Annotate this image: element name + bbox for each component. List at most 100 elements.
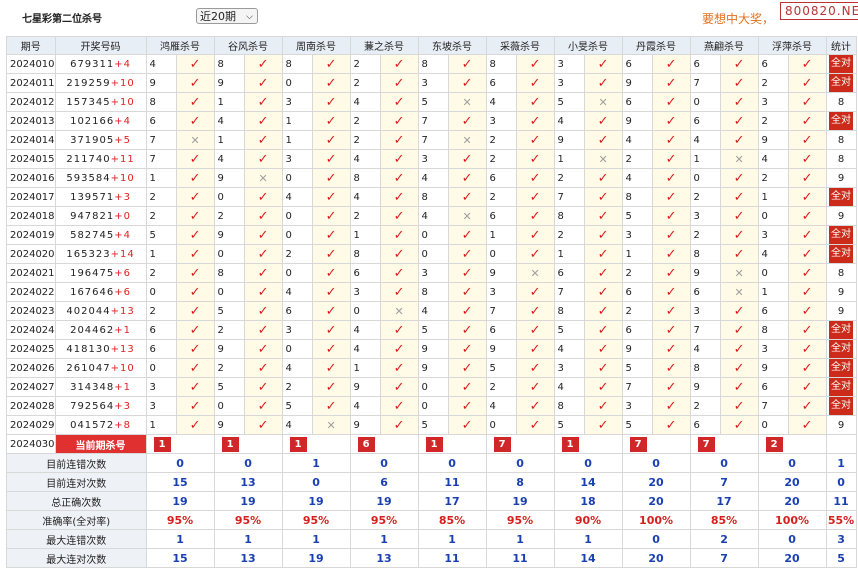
result-cell: ✓	[311, 339, 351, 359]
draw-sum: +6	[114, 267, 132, 279]
check-icon: ✓	[257, 341, 269, 357]
kill-number: 8	[553, 206, 585, 226]
result-cell: ✓	[447, 168, 487, 188]
col-expert: 燕翩杀号	[689, 36, 759, 55]
check-icon: ✓	[529, 75, 541, 91]
check-icon: ✓	[325, 94, 337, 110]
result-cell: ✓	[447, 54, 487, 74]
result-cell: ✓	[787, 111, 827, 131]
result-cell: ✓	[175, 282, 215, 302]
check-icon: ✓	[393, 322, 405, 338]
kill-number: 1	[689, 149, 721, 169]
kill-number: 0	[145, 282, 177, 302]
check-icon: ✓	[461, 246, 473, 262]
check-icon: ✓	[257, 322, 269, 338]
kill-number: 9	[621, 111, 653, 131]
col-stat: 统计	[825, 36, 857, 55]
stat-label: 目前连错次数	[6, 453, 147, 473]
result-cell: ✓	[515, 111, 555, 131]
result-cell: ✓	[651, 415, 691, 435]
kill-number: 6	[485, 73, 517, 93]
kill-number: 6	[757, 54, 789, 74]
numbers-cell: 204462+1	[54, 320, 147, 340]
check-icon: ✓	[257, 360, 269, 376]
result-cell: ✓	[311, 92, 351, 112]
kill-number: 9	[757, 358, 789, 378]
result-cell: ✓	[175, 225, 215, 245]
result-cell: ✕	[583, 149, 623, 169]
col-expert: 周南杀号	[281, 36, 351, 55]
kill-number: 5	[417, 320, 449, 340]
col-period: 期号	[6, 36, 56, 55]
stat-value: 0	[757, 453, 827, 473]
kill-number: 6	[281, 301, 313, 321]
stat-row: 准确率(全对率) 95% 95% 95% 95% 85% 95% 90% 100% 85% 100%…	[6, 510, 857, 530]
result-cell: ✓	[175, 111, 215, 131]
result-cell: ✓	[583, 225, 623, 245]
result-cell: ✓	[651, 92, 691, 112]
check-icon: ✓	[257, 189, 269, 205]
stat-value: 19	[145, 491, 215, 511]
draw-row: 2024015 211740+11 7 ✓ 4 ✓ 3 ✓ 4 ✓ 3 ✓ 2 ✓ 1 ✕ 2 ✓ 1 ✕ 4 ✓ 8	[6, 149, 857, 169]
stat-value: 95%	[349, 510, 419, 530]
stat-value: 90%	[553, 510, 623, 530]
draw-numbers: 204462	[70, 324, 115, 336]
kill-number: 6	[621, 320, 653, 340]
kill-number: 2	[553, 168, 585, 188]
result-cell: ✓	[787, 206, 827, 226]
stat-cell: 全对	[825, 73, 857, 93]
draw-numbers: 314348	[70, 381, 115, 393]
check-icon: ✓	[325, 341, 337, 357]
kill-number: 9	[417, 358, 449, 378]
correct-count: 9	[837, 419, 845, 431]
check-icon: ✓	[461, 227, 473, 243]
range-select[interactable]: 近20期 ⌵	[196, 8, 258, 24]
kill-number: 8	[553, 301, 585, 321]
check-icon: ✓	[461, 417, 473, 433]
stat-row: 目前连错次数 0 0 1 0 0 0 0 0 0 0 1	[6, 453, 857, 473]
draw-row: 2024018 947821+0 2 ✓ 2 ✓ 0 ✓ 2 ✓ 4 ✕ 6 ✓ 8 ✓ 5 ✓ 3 ✓ 0 ✓ 9	[6, 206, 857, 226]
stat-value: 15	[145, 548, 215, 568]
check-icon: ✓	[189, 341, 201, 357]
result-cell: ✓	[379, 168, 419, 188]
kill-number: 9	[213, 225, 245, 245]
check-icon: ✓	[597, 303, 609, 319]
chevron-down-icon: ⌵	[246, 12, 253, 22]
result-cell: ✓	[515, 54, 555, 74]
promo-link[interactable]: 要想中大奖，	[702, 10, 774, 27]
stat-row: 最大连对次数 15 13 19 13 11 11 14 20 7 20 5	[6, 548, 857, 568]
kill-number: 2	[281, 244, 313, 264]
result-cell: ✓	[243, 377, 283, 397]
draw-sum: +6	[114, 286, 132, 298]
stat-value: 11	[417, 472, 487, 492]
result-cell: ✕	[719, 282, 759, 302]
check-icon: ✓	[393, 75, 405, 91]
stat-value: 0	[553, 453, 623, 473]
result-cell: ✓	[379, 358, 419, 378]
kill-number: 3	[417, 263, 449, 283]
kill-number: 8	[621, 187, 653, 207]
kill-number: 8	[349, 168, 381, 188]
period-cell: 2024025	[6, 339, 56, 359]
stat-cell: 全对	[825, 187, 857, 207]
stat-value: 1	[485, 529, 555, 549]
kill-number: 2	[689, 225, 721, 245]
result-cell: ✓	[311, 263, 351, 283]
kill-number: 8	[689, 358, 721, 378]
result-cell: ✓	[379, 282, 419, 302]
kill-number: 0	[349, 301, 381, 321]
check-icon: ✓	[597, 341, 609, 357]
draw-row: 2024013 102166+4 6 ✓ 4 ✓ 1 ✓ 2 ✓ 7 ✓ 3 ✓ 4 ✓ 9 ✓ 6 ✓ 2 ✓ 全对	[6, 111, 857, 131]
kill-number: 3	[757, 339, 789, 359]
all-correct-badge: 全对	[829, 245, 854, 263]
check-icon: ✓	[189, 113, 201, 129]
kill-number: 4	[213, 149, 245, 169]
kill-number: 5	[621, 206, 653, 226]
stat-cell: 全对	[825, 396, 857, 416]
check-icon: ✓	[801, 341, 813, 357]
check-icon: ✓	[257, 132, 269, 148]
stat-value: 6	[349, 472, 419, 492]
period-cell: 2024027	[6, 377, 56, 397]
result-cell: ✓	[787, 415, 827, 435]
result-cell: ✓	[787, 282, 827, 302]
